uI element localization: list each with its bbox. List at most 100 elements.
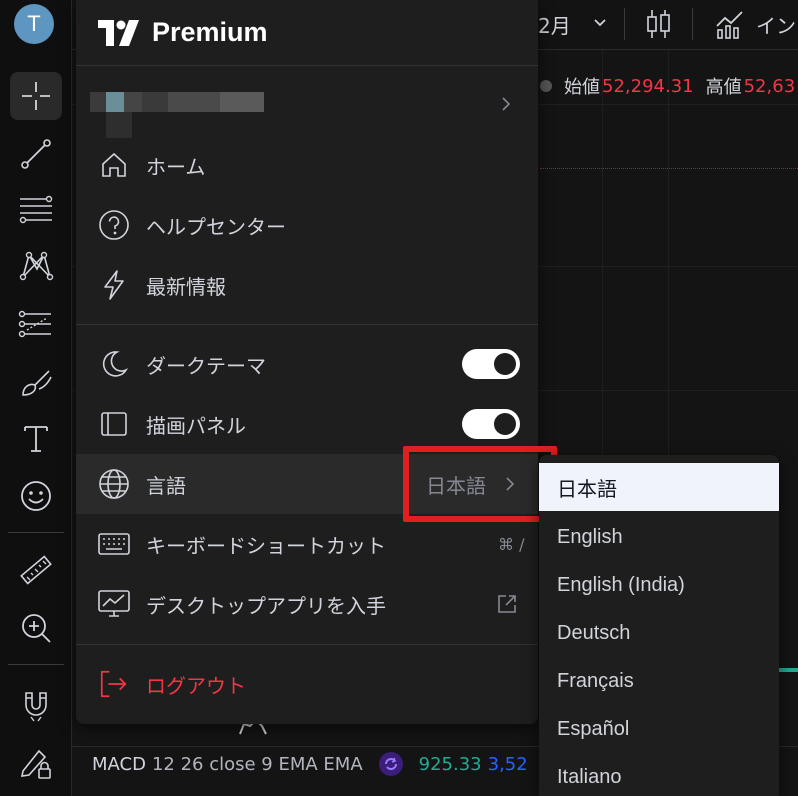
external-link-icon [498,595,516,613]
blurred-username [168,92,220,112]
panel-icon [98,408,130,440]
trend-line-icon [21,139,51,169]
menu-item-label: 最新情報 [146,274,226,299]
ruler-tool[interactable] [10,546,62,594]
menu-item-label: デスクトップアプリを入手 [146,593,386,618]
loading-icon [378,752,403,776]
toggle-knob [494,353,516,375]
toolbar-divider [8,532,64,533]
menu-divider [76,644,538,645]
menu-item-label: ホーム [146,154,206,179]
brand-label: Premium [152,17,268,47]
lightning-icon [98,269,130,301]
macd-params: 12 26 close 9 EMA EMA [151,753,363,775]
menu-item-dark-theme[interactable]: ダークテーマ [76,334,538,394]
pattern-icon [19,251,54,281]
ohlc-legend: 始値 52,294.31 高値 52,63 [540,72,798,100]
menu-item-label: ヘルプセンター [146,214,286,239]
highlight-box [403,446,557,522]
menu-header: Premium [76,0,538,66]
language-option[interactable]: Deutsch [539,609,779,657]
tradingview-logo-icon [98,19,139,46]
menu-item-label: ダークテーマ [146,353,266,378]
moon-icon [98,348,130,380]
menu-item-label: キーボードショートカット [146,533,386,558]
high-label: 高値 [705,77,742,98]
trend-line-tool[interactable] [10,130,62,178]
text-tool[interactable] [10,414,62,462]
menu-item-logout[interactable]: ログアウト [76,654,538,714]
toggle-knob [494,413,516,435]
zoom-in-icon [22,614,51,643]
fib-lines-icon [19,195,53,224]
macd-line [778,668,798,672]
toolbar-divider [692,8,693,40]
interval-selector[interactable]: 2月 [538,10,571,39]
menu-item-desktop-app[interactable]: デスクトップアプリを入手 [76,574,538,634]
brush-tool[interactable] [10,358,62,406]
emoji-tool[interactable] [10,472,62,520]
language-option[interactable]: Français [539,657,779,705]
keyboard-icon [98,528,130,560]
text-icon [24,426,48,452]
crosshair-icon [22,82,50,110]
avatar[interactable]: T [14,4,54,44]
blurred-username [124,92,142,112]
home-icon [98,149,130,181]
macd-value: 925.33 [418,753,482,775]
macd-name: MACD [92,753,146,775]
blurred-username [220,92,264,112]
prediction-icon [18,310,51,338]
indicators-button[interactable]: イン [756,10,796,39]
menu-item-whats-new[interactable]: 最新情報 [76,255,538,315]
magnet-tool[interactable] [10,682,62,730]
fib-tool[interactable] [10,186,62,234]
indicators-icon[interactable] [714,8,746,40]
emoji-icon [21,481,51,511]
language-option[interactable]: Italiano [539,753,779,796]
user-profile-row[interactable] [76,76,538,138]
magnet-icon [25,692,47,722]
main-menu: Premium ホーム ヘルプセンター 最新情報 ダークテーマ 描画パネル 言語… [76,0,538,724]
language-option[interactable]: Español [539,705,779,753]
globe-icon [98,468,130,500]
app-root: 2月 イン 始値 52,294.31 高値 52,63 MACD 12 26 c… [0,0,798,796]
drawing-toolbar: T [0,0,72,796]
pattern-tool[interactable] [10,242,62,290]
drawing-panel-toggle[interactable] [462,409,520,439]
status-dot [540,80,552,92]
brush-icon [22,370,52,396]
chevron-right-icon [502,97,511,111]
chevron-down-icon[interactable] [592,14,608,30]
menu-item-keyboard-shortcuts[interactable]: キーボードショートカット ⌘ / [76,514,538,574]
prediction-tool[interactable] [10,300,62,348]
menu-item-home[interactable]: ホーム [76,135,538,195]
menu-item-label: 描画パネル [146,413,246,438]
dark-theme-toggle[interactable] [462,349,520,379]
monitor-icon [98,588,130,620]
ruler-icon [20,555,52,585]
help-icon [98,209,130,241]
lock-drawings-icon [20,749,51,779]
crosshair-tool[interactable] [10,72,62,120]
signal-value: 3,52 [487,753,528,775]
language-option[interactable]: English (India) [539,561,779,609]
menu-item-label: ログアウト [146,673,246,698]
menu-item-drawing-panel[interactable]: 描画パネル [76,394,538,454]
language-option[interactable]: English [539,513,779,561]
high-value: 52,63 [743,75,796,97]
menu-item-help[interactable]: ヘルプセンター [76,195,538,255]
price-line [540,168,798,169]
blurred-username [142,92,168,112]
menu-item-label: 言語 [146,473,186,498]
candles-icon[interactable] [646,8,672,40]
zoom-tool[interactable] [10,604,62,652]
blurred-username [106,92,124,112]
language-submenu: 日本語 English English (India) Deutsch Fran… [539,455,779,796]
toolbar-divider [624,8,625,40]
language-option[interactable]: 日本語 [539,463,779,511]
open-value: 52,294.31 [602,75,694,97]
lock-drawings-tool[interactable] [10,738,62,786]
logout-icon [98,668,130,700]
macd-legend[interactable]: MACD 12 26 close 9 EMA EMA 925.33 3,52 [92,750,528,778]
